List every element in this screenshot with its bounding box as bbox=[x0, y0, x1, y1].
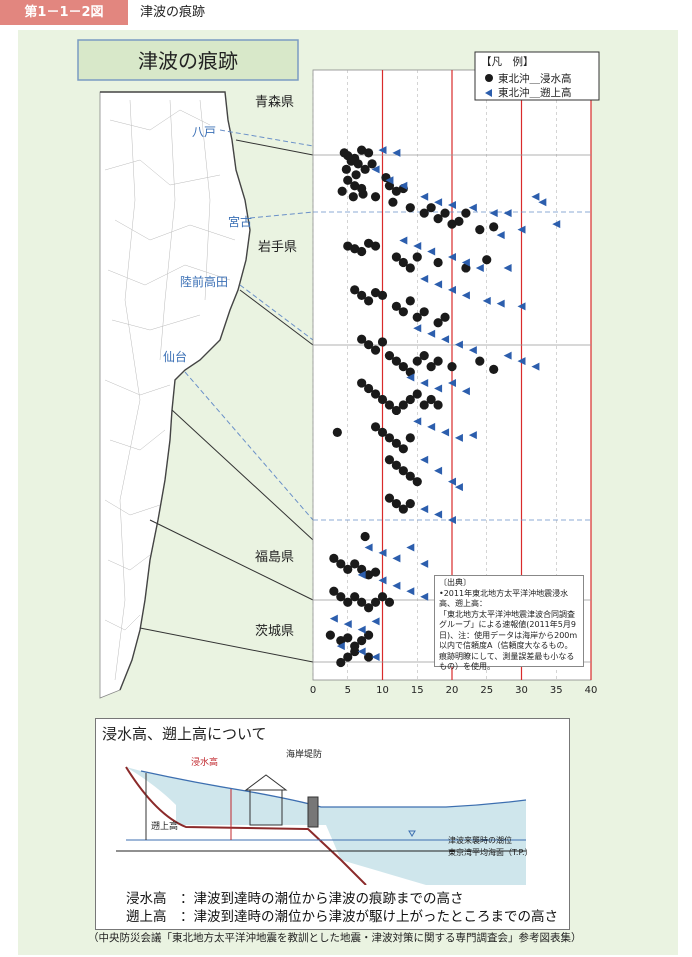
x-tick-label: 10 bbox=[376, 685, 389, 696]
definition-runup: 遡上高 ：津波到達時の潮位から津波が駆け上がったところまでの高さ bbox=[126, 909, 558, 925]
prefecture-label-aomori: 青森県 bbox=[255, 95, 294, 110]
legend-title: 【凡 例】 bbox=[481, 55, 534, 68]
inundation-point bbox=[367, 159, 377, 169]
cross-section-diagram: 遡上高 浸水高 海岸堤防 津波来襲時の潮位 東京湾平均海面（T.P.） bbox=[116, 748, 533, 885]
source-note: （中央防災会議「東北地方太平洋沖地震を教訓とした地震・津波対策に関する専門調査会… bbox=[88, 932, 582, 944]
city-label-miyako: 宮古 bbox=[228, 214, 252, 229]
inundation-point bbox=[419, 307, 429, 317]
legend: 【凡 例】 東北沖＿浸水高 東北沖＿遡上高 bbox=[474, 51, 600, 101]
inundation-point bbox=[433, 400, 443, 410]
inundation-point bbox=[357, 246, 367, 257]
inundation-point bbox=[358, 189, 368, 199]
definition-inundation: 浸水高 ：津波到達時の潮位から津波の痕跡までの高さ bbox=[126, 891, 464, 907]
inundation-point bbox=[377, 290, 388, 300]
inundation-point bbox=[337, 186, 347, 196]
inundation-point bbox=[348, 192, 358, 202]
x-tick-label: 25 bbox=[480, 685, 493, 696]
inundation-point bbox=[433, 356, 443, 366]
inundation-point bbox=[405, 433, 415, 443]
city-label-hachinohe: 八戸 bbox=[192, 125, 216, 139]
inundation-point bbox=[364, 148, 374, 158]
x-tick-label: 0 bbox=[310, 685, 316, 696]
x-tick-label: 15 bbox=[411, 685, 424, 696]
inundation-point bbox=[377, 337, 388, 347]
inundation-point bbox=[426, 203, 436, 213]
source-line-1: •2011年東北地方太平洋沖地震浸水高、遡上高： bbox=[439, 588, 569, 609]
inundation-point bbox=[482, 255, 492, 265]
inundation-point bbox=[405, 263, 415, 273]
inundation-point bbox=[454, 216, 464, 226]
inundation-point bbox=[341, 164, 351, 174]
inundation-point bbox=[370, 345, 381, 355]
seawall-block bbox=[307, 796, 319, 828]
inundation-point bbox=[332, 427, 342, 437]
inundation-point bbox=[405, 296, 415, 306]
inundation-point bbox=[388, 197, 398, 207]
x-tick-label: 30 bbox=[515, 685, 528, 696]
inundation-label: 浸水高 bbox=[191, 756, 218, 768]
x-tick-label: 35 bbox=[550, 685, 563, 696]
inundation-point bbox=[412, 252, 422, 262]
inundation-point bbox=[364, 296, 374, 306]
source-line-2: 「東北地方太平洋沖地震津波合同調査グループ」による速報値(2011年5月9日)、… bbox=[439, 609, 578, 672]
height-explanation-box: 浸水高、遡上高について 遡上高 浸水高 海岸堤防 津波来襲時の潮位 東京湾平均海… bbox=[95, 718, 570, 930]
inundation-point bbox=[343, 633, 353, 643]
inundation-point bbox=[398, 307, 408, 317]
inundation-point bbox=[384, 597, 395, 607]
legend-circle-marker bbox=[485, 74, 493, 82]
prefecture-label-ibaraki: 茨城県 bbox=[255, 624, 294, 639]
source-heading: 〔出典〕 bbox=[439, 578, 471, 587]
inundation-point bbox=[398, 444, 408, 454]
x-tick-label: 5 bbox=[345, 685, 351, 696]
x-axis-ticks: 0 5 10 15 20 25 30 35 40 bbox=[310, 685, 598, 696]
inundation-point bbox=[440, 208, 450, 218]
tp-label: 東京湾平均海面（T.P.） bbox=[448, 847, 533, 857]
inundation-point bbox=[489, 222, 499, 232]
tide-label: 津波来襲時の潮位 bbox=[448, 835, 512, 845]
inundation-point bbox=[412, 477, 422, 487]
inundation-point bbox=[447, 362, 457, 372]
city-label-sendai: 仙台 bbox=[163, 349, 187, 364]
inundation-point bbox=[475, 225, 485, 235]
inundation-point bbox=[440, 312, 450, 322]
coast-map bbox=[99, 91, 251, 699]
inundation-point bbox=[370, 567, 381, 577]
explanation-title: 浸水高、遡上高について bbox=[102, 725, 267, 743]
inundation-point bbox=[475, 356, 485, 366]
data-source-box: 〔出典〕 •2011年東北地方太平洋沖地震浸水高、遡上高： 「東北地方太平洋沖地… bbox=[434, 575, 584, 671]
inundation-point bbox=[370, 192, 381, 202]
legend-item-inundation: 東北沖＿浸水高 bbox=[498, 72, 572, 85]
inundation-point bbox=[405, 499, 415, 509]
inundation-point bbox=[370, 241, 381, 251]
prefecture-label-fukushima: 福島県 bbox=[255, 550, 294, 565]
inundation-point bbox=[419, 351, 429, 361]
seawall-label: 海岸堤防 bbox=[286, 748, 322, 760]
x-tick-label: 40 bbox=[585, 685, 598, 696]
inundation-point bbox=[489, 364, 499, 374]
inundation-point bbox=[433, 257, 443, 268]
inundation-point bbox=[412, 389, 422, 399]
inundation-point bbox=[360, 531, 370, 542]
inundation-point bbox=[405, 203, 415, 213]
runup-label: 遡上高 bbox=[151, 820, 178, 832]
inundation-point bbox=[325, 630, 335, 640]
city-label-rikuzentakata: 陸前高田 bbox=[180, 274, 228, 289]
legend-item-runup: 東北沖＿遡上高 bbox=[498, 86, 572, 99]
inundation-point bbox=[461, 208, 471, 218]
prefecture-label-iwate: 岩手県 bbox=[258, 240, 297, 255]
inundation-point bbox=[351, 170, 361, 180]
house-roof bbox=[244, 774, 288, 791]
x-tick-label: 20 bbox=[446, 685, 459, 696]
chart-title: 津波の痕跡 bbox=[138, 49, 238, 73]
